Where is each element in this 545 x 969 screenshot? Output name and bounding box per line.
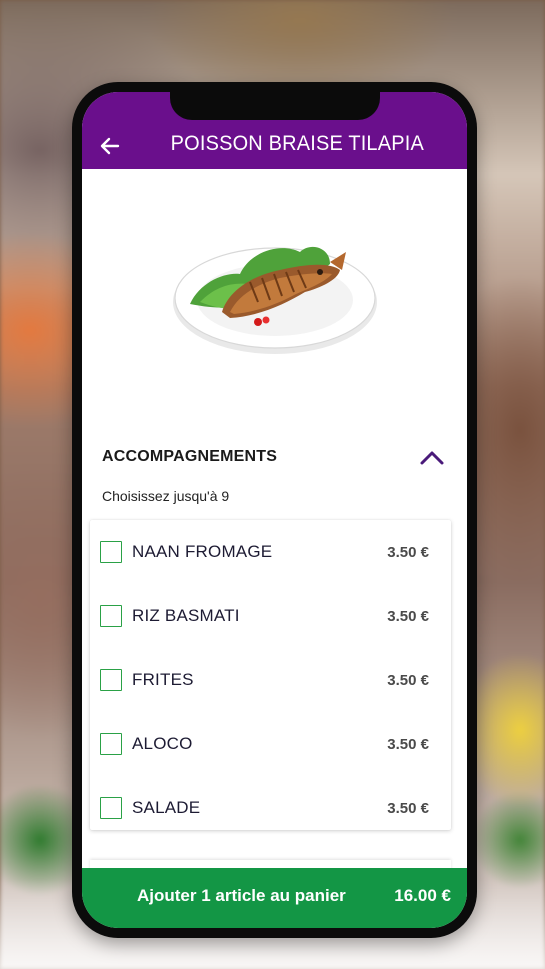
list-item[interactable]: RIZ BASMATI 3.50 €	[90, 584, 451, 648]
section-title: ACCOMPAGNEMENTS	[102, 448, 278, 465]
phone-frame: POISSON BRAISE TILAPIA ACCOMPAGNEMENTS C…	[72, 82, 477, 938]
option-checkbox[interactable]	[100, 605, 122, 627]
option-price: 3.50 €	[387, 671, 429, 689]
option-label: SALADE	[132, 798, 201, 817]
option-price: 3.50 €	[387, 735, 429, 753]
section-header[interactable]: ACCOMPAGNEMENTS	[102, 444, 445, 470]
option-checkbox[interactable]	[100, 541, 122, 563]
option-checkbox[interactable]	[100, 669, 122, 691]
chevron-up-icon[interactable]	[419, 448, 445, 466]
dish-image	[173, 246, 377, 354]
option-price: 3.50 €	[387, 543, 429, 561]
list-item[interactable]: NAAN FROMAGE 3.50 €	[90, 520, 451, 584]
option-label: ALOCO	[132, 734, 193, 753]
phone-notch	[170, 92, 380, 120]
option-price: 3.50 €	[387, 607, 429, 625]
option-label: RIZ BASMATI	[132, 606, 240, 625]
options-list: NAAN FROMAGE 3.50 € RIZ BASMATI 3.50 € F…	[90, 520, 451, 830]
arrow-left-icon	[100, 137, 120, 155]
add-to-cart-label: Ajouter 1 article au panier	[137, 886, 346, 905]
option-price: 3.50 €	[387, 799, 429, 817]
back-button[interactable]	[98, 134, 122, 158]
option-checkbox[interactable]	[100, 733, 122, 755]
page-title: POISSON BRAISE TILAPIA	[170, 132, 425, 155]
cart-total: 16.00 €	[394, 886, 451, 905]
add-to-cart-button[interactable]: Ajouter 1 article au panier 16.00 €	[82, 868, 467, 928]
list-item[interactable]: ALOCO 3.50 €	[90, 712, 451, 776]
list-item[interactable]: FRITES 3.50 €	[90, 648, 451, 712]
section-subtitle: Choisissez jusqu'à 9	[102, 488, 230, 504]
option-label: NAAN FROMAGE	[132, 542, 273, 561]
app-screen: POISSON BRAISE TILAPIA ACCOMPAGNEMENTS C…	[82, 92, 467, 928]
option-checkbox[interactable]	[100, 797, 122, 819]
list-item[interactable]: SALADE 3.50 €	[90, 776, 451, 840]
option-label: FRITES	[132, 670, 194, 689]
